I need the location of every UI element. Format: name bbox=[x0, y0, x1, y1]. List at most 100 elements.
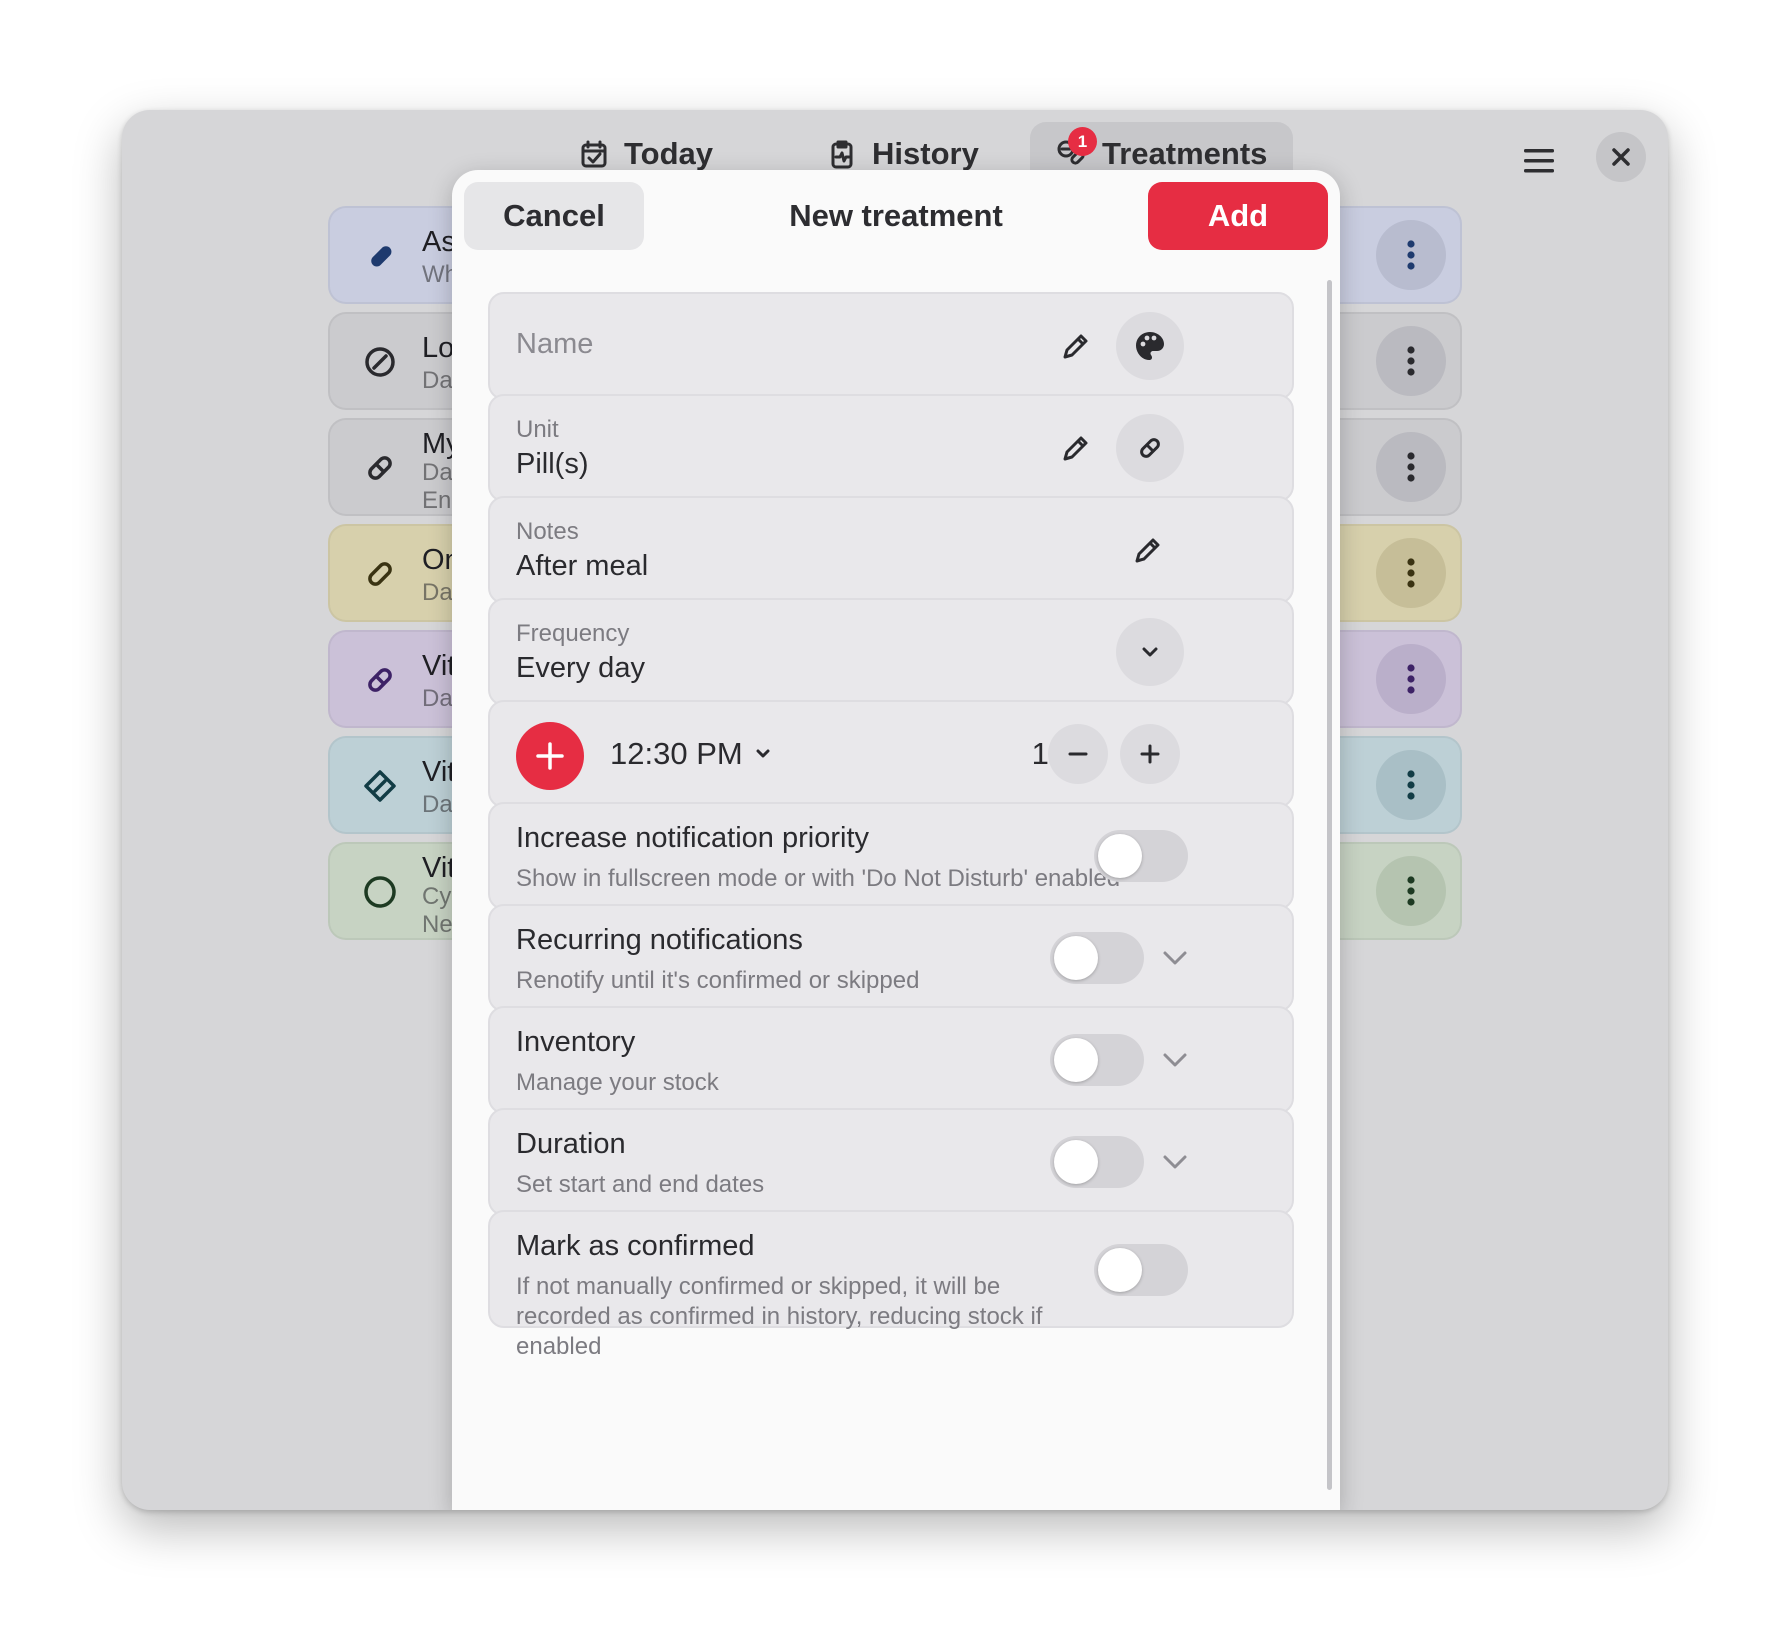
mark-as-confirmed-row[interactable]: Mark as confirmed If not manually confir… bbox=[488, 1210, 1294, 1360]
inventory-toggle[interactable] bbox=[1050, 1034, 1144, 1086]
chevron-down-icon bbox=[1163, 1053, 1187, 1067]
pill-icon bbox=[371, 246, 392, 267]
unit-field[interactable]: Unit Pill(s) bbox=[488, 394, 1294, 502]
prohibited-icon bbox=[365, 347, 395, 377]
frequency-dropdown-button[interactable] bbox=[1116, 618, 1184, 686]
chevron-down-icon bbox=[756, 749, 770, 758]
more-options-button[interactable] bbox=[1376, 220, 1446, 290]
close-window-button[interactable] bbox=[1596, 132, 1646, 182]
increase-dose-button[interactable] bbox=[1120, 724, 1180, 784]
mark-as-confirmed-toggle[interactable] bbox=[1094, 1244, 1188, 1296]
more-options-button[interactable] bbox=[1376, 644, 1446, 714]
scrollbar[interactable] bbox=[1327, 280, 1332, 1490]
pill-outline-icon bbox=[368, 456, 392, 480]
tab-history-label: History bbox=[872, 136, 979, 171]
recurring-notifications-row[interactable]: Recurring notifications Renotify until i… bbox=[488, 904, 1294, 1012]
more-vertical-icon bbox=[1407, 346, 1415, 376]
duration-expand[interactable] bbox=[1158, 1145, 1192, 1179]
notes-value: After meal bbox=[516, 550, 649, 582]
notification-priority-toggle[interactable] bbox=[1094, 830, 1188, 882]
edit-unit-button[interactable] bbox=[1054, 426, 1098, 470]
more-vertical-icon bbox=[1407, 876, 1415, 906]
notification-priority-subtitle: Show in fullscreen mode or with 'Do Not … bbox=[516, 865, 1121, 892]
name-field[interactable]: Name bbox=[488, 292, 1294, 400]
notification-priority-title: Increase notification priority bbox=[516, 822, 869, 854]
list-item-title: As bbox=[422, 226, 456, 258]
round-tablet-icon bbox=[364, 876, 396, 908]
frequency-select[interactable]: Frequency Every day bbox=[488, 598, 1294, 706]
calendar-check-icon bbox=[581, 140, 607, 168]
palette-icon bbox=[1136, 332, 1164, 360]
decrease-dose-button[interactable] bbox=[1048, 724, 1108, 784]
chevron-down-icon bbox=[1142, 647, 1158, 657]
toggle-knob bbox=[1098, 1248, 1142, 1292]
add-button[interactable]: Add bbox=[1148, 182, 1328, 250]
time-picker[interactable]: 12:30 PM bbox=[610, 736, 771, 772]
list-item-subtitle: Da bbox=[422, 367, 453, 394]
list-item-title: Vit bbox=[422, 650, 456, 682]
recurring-notifications-expand[interactable] bbox=[1158, 941, 1192, 975]
mark-as-confirmed-subtitle: If not manually confirmed or skipped, it… bbox=[516, 1273, 1043, 1360]
recurring-notifications-toggle[interactable] bbox=[1050, 932, 1144, 984]
more-options-button[interactable] bbox=[1376, 326, 1446, 396]
more-options-button[interactable] bbox=[1376, 538, 1446, 608]
chevron-down-icon bbox=[1163, 1155, 1187, 1169]
capsule-icon bbox=[368, 562, 392, 586]
edit-name-button[interactable] bbox=[1054, 324, 1098, 368]
notes-field[interactable]: Notes After meal bbox=[488, 496, 1294, 604]
more-vertical-icon bbox=[1407, 558, 1415, 588]
notification-priority-row[interactable]: Increase notification priority Show in f… bbox=[488, 802, 1294, 910]
clipboard-pulse-icon bbox=[831, 140, 853, 169]
unit-label: Unit bbox=[516, 416, 559, 443]
notification-badge: 1 bbox=[1068, 127, 1097, 156]
dose-time-row: 12:30 PM 1.00 bbox=[488, 700, 1294, 808]
more-options-button[interactable] bbox=[1376, 856, 1446, 926]
frequency-value: Every day bbox=[516, 652, 645, 684]
unit-value: Pill(s) bbox=[516, 448, 589, 480]
more-vertical-icon bbox=[1407, 770, 1415, 800]
duration-toggle[interactable] bbox=[1050, 1136, 1144, 1188]
inventory-subtitle: Manage your stock bbox=[516, 1069, 719, 1096]
name-placeholder: Name bbox=[516, 328, 594, 360]
plus-icon bbox=[1140, 744, 1160, 764]
color-palette-button[interactable] bbox=[1116, 312, 1184, 380]
pencil-icon bbox=[1063, 436, 1088, 461]
chevron-down-icon bbox=[1163, 951, 1187, 965]
list-item-title: Lo bbox=[422, 332, 455, 364]
frequency-label: Frequency bbox=[516, 620, 630, 647]
list-item-subtitle: Da bbox=[422, 459, 453, 486]
hamburger-menu-button[interactable] bbox=[1516, 138, 1562, 184]
inventory-row[interactable]: Inventory Manage your stock bbox=[488, 1006, 1294, 1114]
more-vertical-icon bbox=[1407, 664, 1415, 694]
pill-outline-icon bbox=[1140, 438, 1160, 458]
more-vertical-icon bbox=[1407, 240, 1415, 270]
unit-picker-button[interactable] bbox=[1116, 414, 1184, 482]
toggle-knob bbox=[1054, 936, 1098, 980]
recurring-notifications-subtitle: Renotify until it's confirmed or skipped bbox=[516, 967, 920, 994]
list-item-title: Vit bbox=[422, 852, 456, 884]
plus-icon bbox=[536, 742, 564, 770]
add-dose-time-button[interactable] bbox=[516, 722, 584, 790]
toggle-knob bbox=[1054, 1038, 1098, 1082]
tab-today-label: Today bbox=[624, 136, 713, 171]
edit-notes-button[interactable] bbox=[1126, 528, 1170, 572]
time-value: 12:30 PM bbox=[610, 736, 743, 771]
tab-treatments-label: Treatments bbox=[1102, 136, 1268, 171]
list-item-subtitle: Da bbox=[422, 685, 453, 712]
diamond-tablet-icon bbox=[364, 770, 396, 802]
more-options-button[interactable] bbox=[1376, 750, 1446, 820]
duration-row[interactable]: Duration Set start and end dates bbox=[488, 1108, 1294, 1216]
list-item-title: Vit bbox=[422, 756, 456, 788]
app-window: Today History 1 Treatments As Wh Lo Da M… bbox=[122, 110, 1668, 1510]
more-vertical-icon bbox=[1407, 452, 1415, 482]
mark-as-confirmed-title: Mark as confirmed bbox=[516, 1230, 755, 1262]
cancel-button[interactable]: Cancel bbox=[464, 182, 644, 250]
inventory-expand[interactable] bbox=[1158, 1043, 1192, 1077]
list-item-subtitle: Da bbox=[422, 579, 453, 606]
menu-icon bbox=[1524, 149, 1554, 173]
more-options-button[interactable] bbox=[1376, 432, 1446, 502]
pencil-icon bbox=[1063, 334, 1088, 359]
duration-title: Duration bbox=[516, 1128, 626, 1160]
pencil-icon bbox=[1135, 538, 1160, 563]
duration-subtitle: Set start and end dates bbox=[516, 1171, 765, 1198]
